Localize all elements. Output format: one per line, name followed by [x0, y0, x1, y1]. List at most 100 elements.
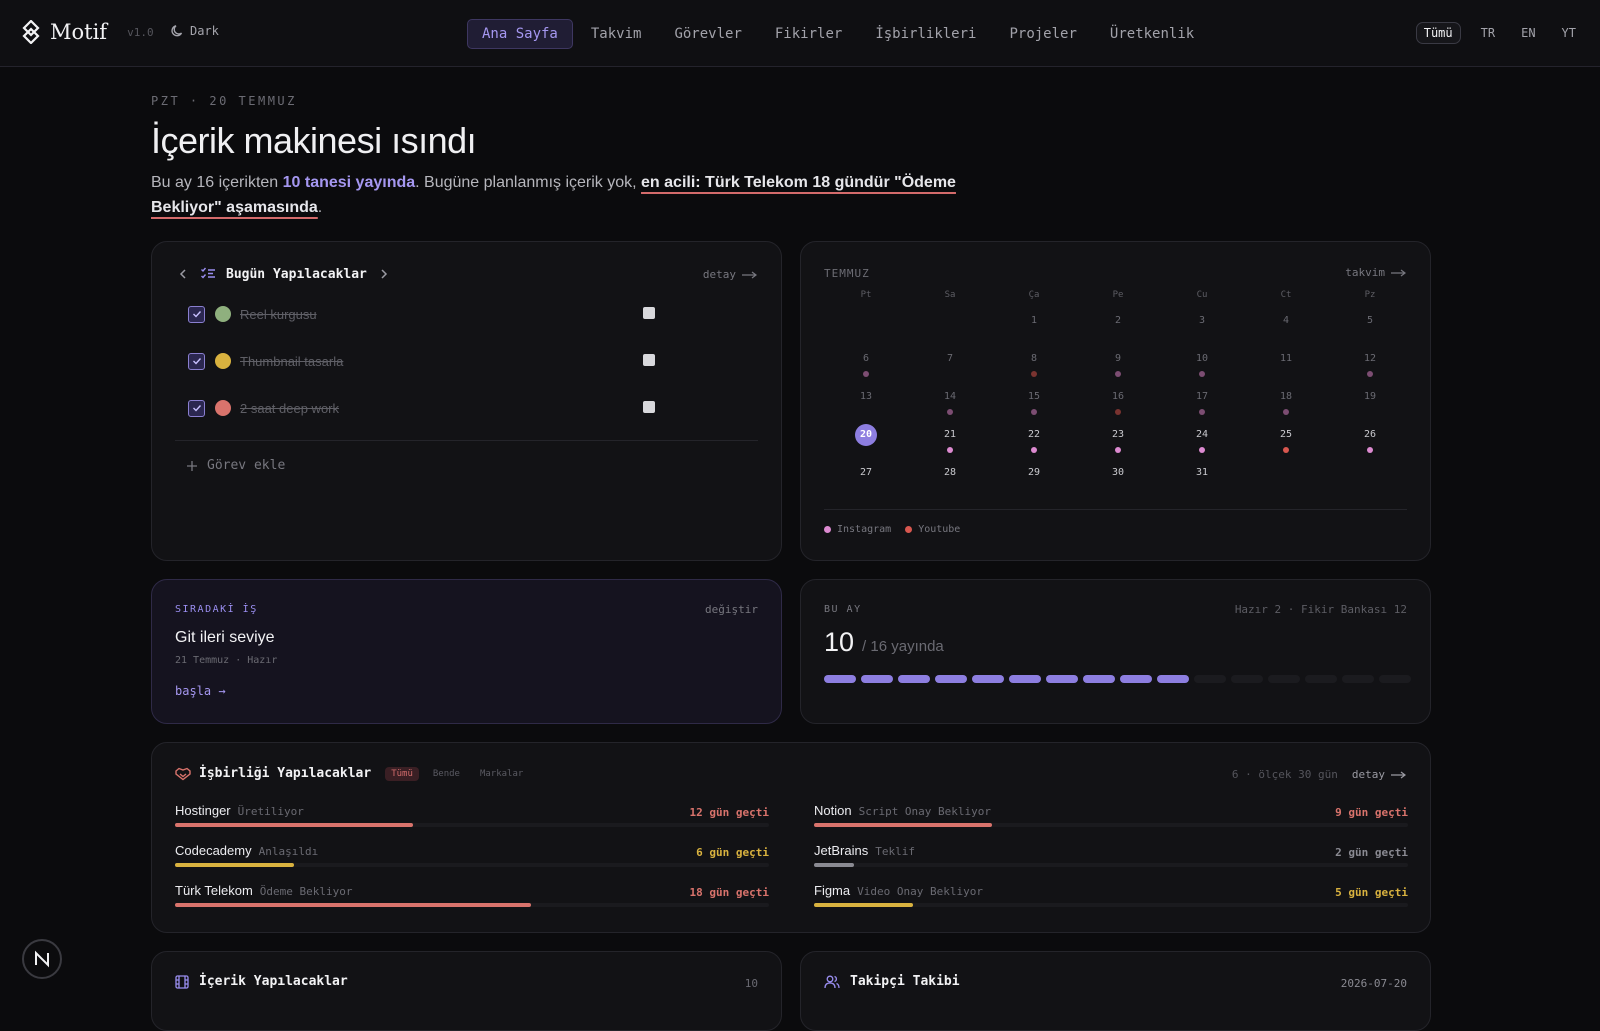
filter-brands[interactable]: Markalar	[474, 767, 529, 781]
calendar-day[interactable]: 1	[992, 308, 1076, 344]
weekday-label: Sa	[944, 290, 956, 300]
progress-segment	[1157, 675, 1189, 683]
note-icon[interactable]	[643, 401, 655, 413]
nav-tasks[interactable]: Görevler	[659, 19, 756, 49]
lang-yt[interactable]: YT	[1556, 23, 1582, 43]
start-button[interactable]: başla →	[175, 684, 226, 698]
nav-ideas[interactable]: Fikirler	[760, 19, 857, 49]
calendar-day[interactable]: 11	[1244, 346, 1328, 382]
nav-calendar[interactable]: Takvim	[576, 19, 657, 49]
task-item[interactable]: Thumbnail tasarla	[188, 349, 658, 373]
collab-status: Teklif	[875, 845, 915, 858]
calendar-day[interactable]: 29	[992, 460, 1076, 496]
published-count: 10	[824, 627, 855, 657]
follower-title: Takipçi Takibi	[850, 974, 960, 989]
today-header: Bugün Yapılacaklar	[176, 266, 391, 282]
filter-all[interactable]: Tümü	[385, 766, 419, 781]
dev-indicator-button[interactable]	[22, 939, 62, 979]
brand[interactable]: Motif v1.0	[22, 20, 154, 44]
collab-row[interactable]: Notion Script Onay Bekliyor 9 gün geçti	[814, 803, 1408, 833]
calendar-day[interactable]: 4	[1244, 308, 1328, 344]
day-number: 8	[1030, 353, 1038, 364]
calendar-link[interactable]: takvim	[1345, 266, 1407, 279]
day-number: 3	[1198, 315, 1206, 326]
task-color-dot	[215, 306, 231, 322]
n-logo-icon	[33, 950, 51, 968]
collab-status: Script Onay Bekliyor	[858, 805, 992, 818]
brand-name: Notion Script Onay Bekliyor	[814, 803, 991, 818]
lang-all[interactable]: Tümü	[1415, 22, 1461, 44]
task-item[interactable]: Reel kurgusu	[188, 302, 658, 326]
calendar-day[interactable]: 31	[1160, 460, 1244, 496]
calendar-day[interactable]: 26	[1328, 422, 1412, 458]
calendar-day[interactable]: 13	[824, 384, 908, 420]
summary-text: Bu ay 16 içerikten 10 tanesi yayında. Bu…	[151, 170, 971, 220]
lang-tr[interactable]: TR	[1475, 23, 1501, 43]
calendar-day[interactable]: 27	[824, 460, 908, 496]
calendar-day[interactable]: 7	[908, 346, 992, 382]
next-task-card: SIRADAKİ İŞ değiştir Git ileri seviye 21…	[151, 579, 782, 724]
nav-productivity[interactable]: Üretkenlik	[1095, 19, 1209, 49]
calendar-day[interactable]: 10	[1160, 346, 1244, 382]
change-button[interactable]: değiştir	[705, 603, 758, 616]
calendar-day[interactable]: 15	[992, 384, 1076, 420]
collab-row[interactable]: Figma Video Onay Bekliyor 5 gün geçti	[814, 883, 1408, 913]
calendar-day[interactable]: 17	[1160, 384, 1244, 420]
task-checkbox[interactable]	[188, 352, 205, 370]
main-nav: Ana Sayfa Takvim Görevler Fikirler İşbir…	[467, 19, 1212, 49]
checklist-icon	[200, 266, 216, 282]
detail-label: detay	[1351, 768, 1385, 781]
elapsed-track	[175, 863, 769, 867]
collab-row[interactable]: JetBrains Teklif 2 gün geçti	[814, 843, 1408, 873]
calendar-day[interactable]: 20	[824, 422, 908, 458]
days-elapsed: 6 gün geçti	[696, 846, 769, 859]
calendar-day[interactable]: 28	[908, 460, 992, 496]
task-checkbox[interactable]	[188, 305, 205, 323]
arrow-right-icon	[1391, 771, 1407, 779]
day-number: 4	[1282, 315, 1290, 326]
calendar-day[interactable]: 24	[1160, 422, 1244, 458]
nav-collaborations[interactable]: İşbirlikleri	[860, 19, 991, 49]
calendar-day[interactable]: 18	[1244, 384, 1328, 420]
collab-row[interactable]: Türk Telekom Ödeme Bekliyor 18 gün geçti	[175, 883, 769, 913]
calendar-day[interactable]: 9	[1076, 346, 1160, 382]
calendar-day[interactable]: 3	[1160, 308, 1244, 344]
next-task-caption: SIRADAKİ İŞ	[175, 604, 258, 615]
note-icon[interactable]	[643, 354, 655, 366]
calendar-day[interactable]: 5	[1328, 308, 1412, 344]
arrow-right-icon	[1391, 269, 1407, 277]
calendar-day[interactable]: 2	[1076, 308, 1160, 344]
task-item[interactable]: 2 saat deep work	[188, 396, 658, 420]
nav-home[interactable]: Ana Sayfa	[467, 19, 573, 49]
note-icon[interactable]	[643, 307, 655, 319]
calendar-day[interactable]: 30	[1076, 460, 1160, 496]
event-dot	[1115, 447, 1121, 453]
calendar-day[interactable]: 12	[1328, 346, 1412, 382]
collab-header-right: 6 · ölçek 30 gün detay	[1232, 768, 1407, 781]
collab-detail-link[interactable]: detay	[1352, 768, 1407, 781]
calendar-day[interactable]: 16	[1076, 384, 1160, 420]
calendar-day[interactable]: 25	[1244, 422, 1328, 458]
today-detail-link[interactable]: detay	[703, 268, 758, 281]
task-checkbox[interactable]	[188, 399, 205, 417]
collab-row[interactable]: Hostinger Üretiliyor 12 gün geçti	[175, 803, 769, 833]
filter-mine[interactable]: Bende	[427, 767, 466, 781]
brand-name: Hostinger Üretiliyor	[175, 803, 304, 818]
calendar-day[interactable]: 21	[908, 422, 992, 458]
calendar-day[interactable]: 22	[992, 422, 1076, 458]
calendar-day[interactable]: 23	[1076, 422, 1160, 458]
calendar-day[interactable]: 8	[992, 346, 1076, 382]
theme-toggle[interactable]: Dark	[170, 24, 219, 38]
summary-mid: . Bugüne planlanmış içerik yok,	[415, 174, 642, 191]
calendar-day[interactable]: 19	[1328, 384, 1412, 420]
calendar-day[interactable]: 6	[824, 346, 908, 382]
lang-en[interactable]: EN	[1515, 23, 1541, 43]
chevron-left-icon[interactable]	[176, 267, 190, 281]
chevron-right-icon[interactable]	[377, 267, 391, 281]
day-number: 10	[1195, 353, 1209, 364]
nav-projects[interactable]: Projeler	[994, 19, 1091, 49]
month-side-stats: Hazır 2 · Fikir Bankası 12	[1234, 603, 1407, 616]
calendar-day[interactable]: 14	[908, 384, 992, 420]
add-task-button[interactable]: Görev ekle	[186, 458, 285, 473]
collab-row[interactable]: Codecademy Anlaşıldı 6 gün geçti	[175, 843, 769, 873]
